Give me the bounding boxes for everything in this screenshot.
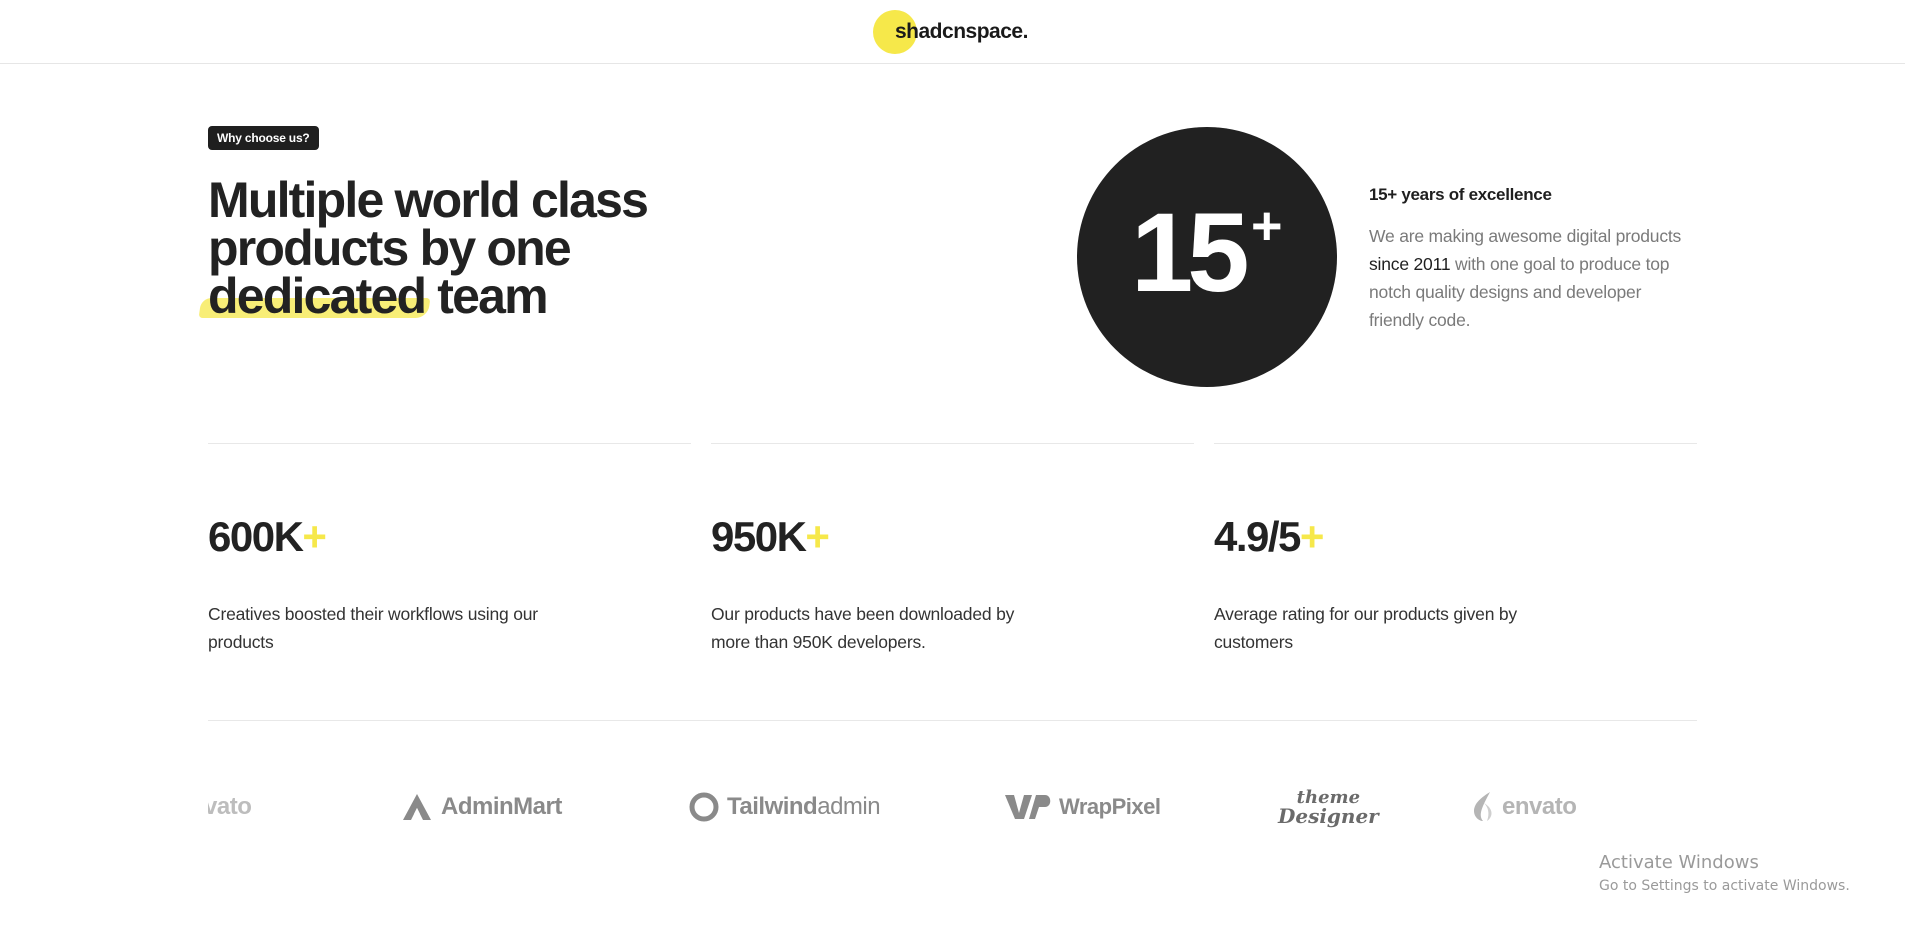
stat-value-rating: 4.9/5+ (1214, 513, 1324, 560)
wrappixel-logo: WrapPixel (1005, 782, 1161, 832)
years-number: 15 (1131, 190, 1250, 315)
tailwindadmin-icon (689, 792, 719, 822)
headline-highlight: dedicated (198, 271, 431, 321)
brand-logos-marquee: vato AdminMart Tailwindadmin WrapPixel t… (208, 782, 1697, 832)
excellence-title: 15+ years of excellence (1369, 185, 1552, 204)
excellence-description: We are making awesome digital products s… (1369, 226, 1682, 330)
stat-desc-users: Creatives boosted their workflows using … (208, 604, 538, 652)
stat-divider (208, 443, 691, 444)
envato-leaf-icon (1474, 792, 1492, 821)
site-logo[interactable]: shadcnspace. (873, 10, 1028, 54)
stat-divider (1214, 443, 1697, 444)
tailwindadmin-logo: Tailwindadmin (689, 782, 881, 832)
stat-divider (711, 443, 1194, 444)
hero-headline: Multiple world class products by one ded… (198, 175, 768, 321)
stat-value-downloads: 950K+ (711, 513, 830, 560)
logo-text: shadcnspace. (895, 20, 1028, 43)
since-2011: since 2011 (1369, 254, 1451, 274)
stat-desc-rating: Average rating for our products given by… (1214, 604, 1517, 652)
adminmart-logo: AdminMart (401, 782, 562, 832)
adminmart-icon (403, 794, 431, 820)
theme-designer-logo: theme Designer (1278, 787, 1379, 828)
headline-tail: team (425, 268, 548, 324)
activate-windows-title: Activate Windows (1599, 852, 1759, 873)
section-divider (208, 720, 1697, 721)
why-choose-badge: Why choose us? (208, 126, 319, 150)
years-circle: 15 + (1077, 127, 1337, 387)
activate-windows-subtitle: Go to Settings to activate Windows. (1599, 878, 1850, 894)
wrappixel-icon (1005, 795, 1051, 819)
envato-logo-partial: vato (208, 793, 252, 820)
stat-value-users: 600K+ (208, 513, 327, 560)
stat-desc-downloads: Our products have been downloaded by mor… (711, 604, 1015, 652)
years-plus: + (1251, 196, 1283, 256)
envato-logo: envato (1470, 782, 1577, 832)
site-header: shadcnspace. (0, 0, 1905, 64)
